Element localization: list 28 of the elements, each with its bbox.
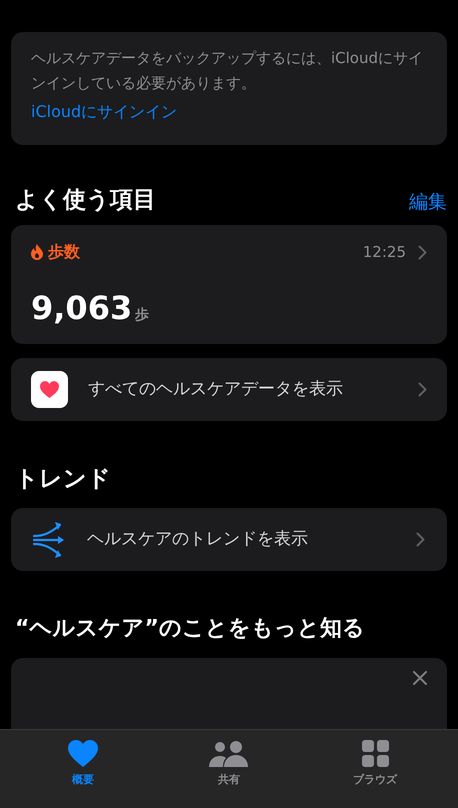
- flame-icon: [31, 244, 43, 260]
- backup-message: ヘルスケアデータをバックアップするには、iCloudにサインインしている必要があります。: [31, 48, 424, 94]
- trends-label: ヘルスケアのトレンドを表示: [87, 528, 309, 551]
- grid-icon: [362, 740, 388, 767]
- icloud-signin-link[interactable]: iCloudにサインイン: [31, 100, 178, 124]
- trends-row[interactable]: ヘルスケアのトレンドを表示: [11, 508, 447, 571]
- steps-unit: 歩: [135, 306, 150, 325]
- steps-value: 9,063: [31, 290, 132, 326]
- chevron-icon: [416, 532, 425, 547]
- people-icon: [209, 740, 249, 767]
- edit-button[interactable]: 編集: [409, 189, 447, 215]
- chevron-icon: [418, 244, 427, 260]
- all-data-label: すべてのヘルスケアデータを表示: [88, 378, 344, 401]
- all-data-row[interactable]: すべてのヘルスケアデータを表示: [11, 358, 447, 421]
- steps-card[interactable]: 歩数 12:25 9,063 歩: [11, 225, 447, 344]
- tab[interactable]: 概要: [28, 739, 138, 795]
- health-app-icon: [31, 371, 68, 408]
- trends-heading: トレンド: [15, 465, 111, 494]
- chevron-icon: [418, 382, 427, 397]
- steps-time: 12:25: [362, 242, 406, 263]
- learn-heading: “ヘルスケア”のことをもっと知る: [15, 615, 365, 643]
- tab[interactable]: ブラウズ: [320, 739, 430, 795]
- heart-icon: [68, 740, 98, 767]
- close-icon[interactable]: [413, 671, 427, 685]
- steps-label: 歩数: [48, 241, 80, 263]
- trend-arrows-icon: [33, 522, 65, 558]
- tab[interactable]: 共有: [174, 739, 284, 795]
- favorites-heading: よく使う項目: [15, 186, 156, 215]
